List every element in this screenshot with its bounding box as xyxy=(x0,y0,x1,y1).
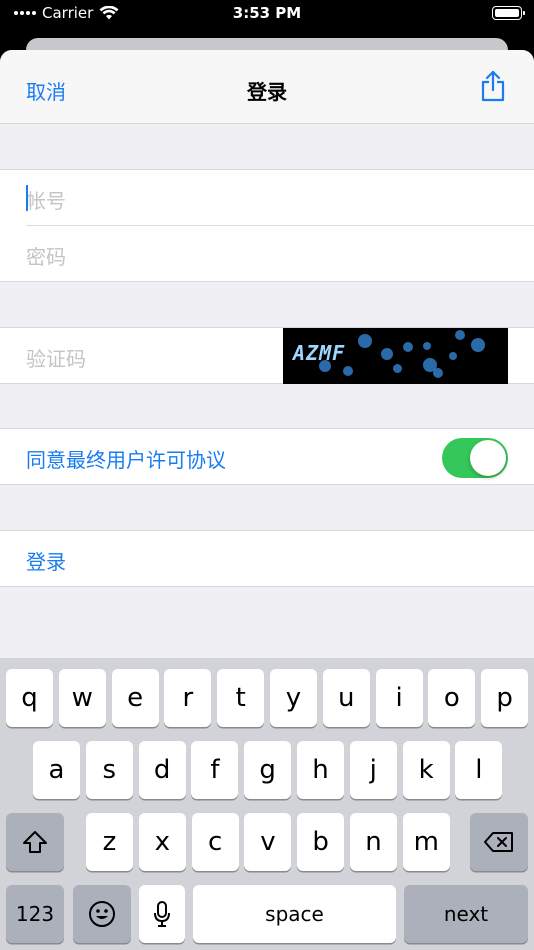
key-a[interactable]: a xyxy=(33,741,80,799)
navigation-bar: 取消 登录 xyxy=(0,50,534,124)
delete-icon xyxy=(484,832,513,852)
numbers-key[interactable]: 123 xyxy=(6,885,64,943)
agreement-link[interactable]: 同意最终用户许可协议 xyxy=(26,444,226,473)
key-v[interactable]: v xyxy=(244,813,292,871)
toggle-knob xyxy=(470,440,506,476)
agreement-row: 同意最终用户许可协议 xyxy=(0,429,534,485)
key-c[interactable]: c xyxy=(191,813,239,871)
account-field[interactable]: 帐号 xyxy=(0,170,534,226)
battery-icon xyxy=(492,6,525,20)
agreement-group: 同意最终用户许可协议 xyxy=(0,428,534,485)
key-z[interactable]: z xyxy=(86,813,133,871)
key-i[interactable]: i xyxy=(375,669,423,727)
emoji-icon xyxy=(89,901,115,927)
captcha-image[interactable]: AZMF xyxy=(283,328,508,384)
key-d[interactable]: d xyxy=(138,741,186,799)
key-q[interactable]: q xyxy=(6,669,53,727)
captcha-code: AZMF xyxy=(293,341,346,365)
delete-key[interactable] xyxy=(470,813,528,871)
key-p[interactable]: p xyxy=(481,669,529,727)
keyboard: 123 space next qwertyuiop asdfghjkl zxcvbn… xyxy=(0,658,534,950)
key-k[interactable]: k xyxy=(402,741,450,799)
key-u[interactable]: u xyxy=(322,669,370,727)
dictation-key[interactable] xyxy=(139,885,185,943)
credentials-group: 帐号 密码 xyxy=(0,169,534,282)
key-l[interactable]: l xyxy=(455,741,503,799)
shift-icon xyxy=(23,831,47,853)
key-h[interactable]: h xyxy=(297,741,344,799)
captcha-field[interactable]: 验证码 AZMF xyxy=(0,328,534,384)
key-n[interactable]: n xyxy=(350,813,397,871)
space-key[interactable]: space xyxy=(193,885,396,943)
captcha-group: 验证码 AZMF xyxy=(0,327,534,384)
key-t[interactable]: t xyxy=(217,669,265,727)
key-o[interactable]: o xyxy=(428,669,476,727)
password-input[interactable]: 密码 xyxy=(26,241,66,270)
key-g[interactable]: g xyxy=(244,741,292,799)
emoji-key[interactable] xyxy=(73,885,131,943)
share-icon[interactable] xyxy=(480,70,506,102)
key-w[interactable]: w xyxy=(58,669,106,727)
next-key[interactable]: next xyxy=(404,885,528,943)
account-input[interactable]: 帐号 xyxy=(26,185,66,214)
key-y[interactable]: y xyxy=(270,669,317,727)
page-title: 登录 xyxy=(247,80,287,104)
key-m[interactable]: m xyxy=(402,813,450,871)
password-field[interactable]: 密码 xyxy=(0,226,534,282)
key-s[interactable]: s xyxy=(85,741,133,799)
key-r[interactable]: r xyxy=(164,669,212,727)
status-time: 3:53 PM xyxy=(232,4,302,22)
key-e[interactable]: e xyxy=(111,669,159,727)
key-b[interactable]: b xyxy=(297,813,345,871)
key-x[interactable]: x xyxy=(138,813,186,871)
microphone-icon xyxy=(154,901,170,927)
login-row[interactable]: 登录 xyxy=(0,531,534,587)
captcha-input[interactable]: 验证码 xyxy=(26,343,86,372)
key-j[interactable]: j xyxy=(349,741,397,799)
shift-key[interactable] xyxy=(6,813,64,871)
key-f[interactable]: f xyxy=(191,741,239,799)
text-caret xyxy=(26,185,28,211)
login-group: 登录 xyxy=(0,530,534,587)
agreement-toggle[interactable] xyxy=(442,438,508,478)
status-bar: Carrier 3:53 PM xyxy=(0,0,534,28)
login-button[interactable]: 登录 xyxy=(26,546,66,575)
